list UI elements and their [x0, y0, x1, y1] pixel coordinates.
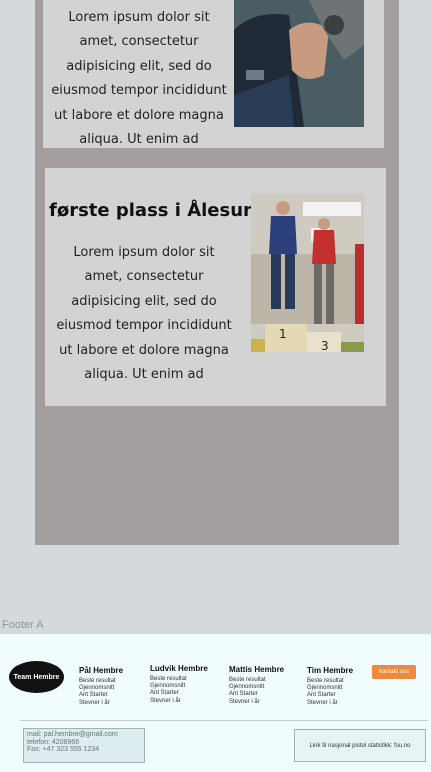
member-name: Pål Hembre	[79, 666, 124, 675]
footer: Team Hembre Pål Hembre Beste resultat Gj…	[0, 634, 431, 772]
statistics-link-box: Link til nasjonal pistol statistikk: fsu…	[294, 729, 426, 762]
member-stat: Stevner i år	[150, 697, 181, 704]
card-title: første plass i Ålesund	[49, 200, 269, 221]
card-photo: 1 3	[251, 194, 364, 352]
member-stat: Gjennomsnitt	[307, 685, 343, 692]
member-stat: Stevner i år	[307, 699, 338, 706]
member-stat: Beste resultat	[79, 678, 116, 684]
member-card: Pål Hembre Beste resultat Gjennomsnitt A…	[79, 666, 151, 707]
member-stat: Stevner i år	[229, 698, 260, 705]
member-name: Ludvik Hembre	[150, 664, 208, 673]
news-card: første plass i Ålesund Lorem ipsum dolor…	[45, 168, 386, 406]
member-stat: Gjennomsnitt	[150, 683, 186, 690]
member-stat: Beste resultat	[229, 677, 266, 683]
contact-fax: Fax: +47 323 555 1234	[27, 746, 100, 753]
card-photo	[234, 0, 364, 127]
team-logo[interactable]: Team Hembre	[9, 661, 64, 693]
member-stat: Ant Starter	[229, 691, 258, 698]
svg-text:1: 1	[279, 327, 287, 341]
member-stat: Ant Starter	[307, 692, 336, 699]
contact-info: mail: pal.hembre@gmail.com telefon: 4206…	[23, 728, 145, 763]
footer-label: Footer A	[2, 619, 44, 631]
member-stat: Gjennomsnitt	[79, 685, 115, 692]
statistics-link[interactable]: Link til nasjonal pistol statistikk: fsu…	[309, 743, 410, 749]
member-stat: Beste resultat	[150, 676, 187, 682]
member-stat: Ant Starter	[150, 690, 179, 697]
contact-phone: telefon: 4206966	[27, 738, 80, 746]
member-stat: Beste resultat	[307, 678, 344, 684]
member-stat: Ant Starter	[79, 692, 108, 699]
member-card: Tim Hembre Beste resultat Gjennomsnitt A…	[307, 666, 379, 707]
contact-mail[interactable]: mail: pal.hembre@gmail.com	[27, 731, 141, 739]
member-card: Ludvik Hembre Beste resultat Gjennomsnit…	[150, 664, 222, 705]
card-text: Lorem ipsum dolor sit amet, consectetur …	[56, 245, 232, 383]
member-stat: Gjennomsnitt	[229, 684, 265, 691]
svg-text:3: 3	[321, 339, 329, 352]
card-text: Lorem ipsum dolor sit amet, consectetur …	[51, 10, 227, 148]
contact-button[interactable]: kontakt oss	[372, 665, 416, 679]
member-name: Mattis Hembre	[229, 665, 285, 674]
logo-text: Team Hembre	[13, 673, 60, 681]
member-card: Mattis Hembre Beste resultat Gjennomsnit…	[229, 665, 301, 706]
member-stat: Stevner i år	[79, 699, 110, 706]
member-name: Tim Hembre	[307, 666, 354, 675]
footer-divider	[20, 720, 428, 721]
news-card: Lorem ipsum dolor sit amet, consectetur …	[43, 0, 384, 148]
